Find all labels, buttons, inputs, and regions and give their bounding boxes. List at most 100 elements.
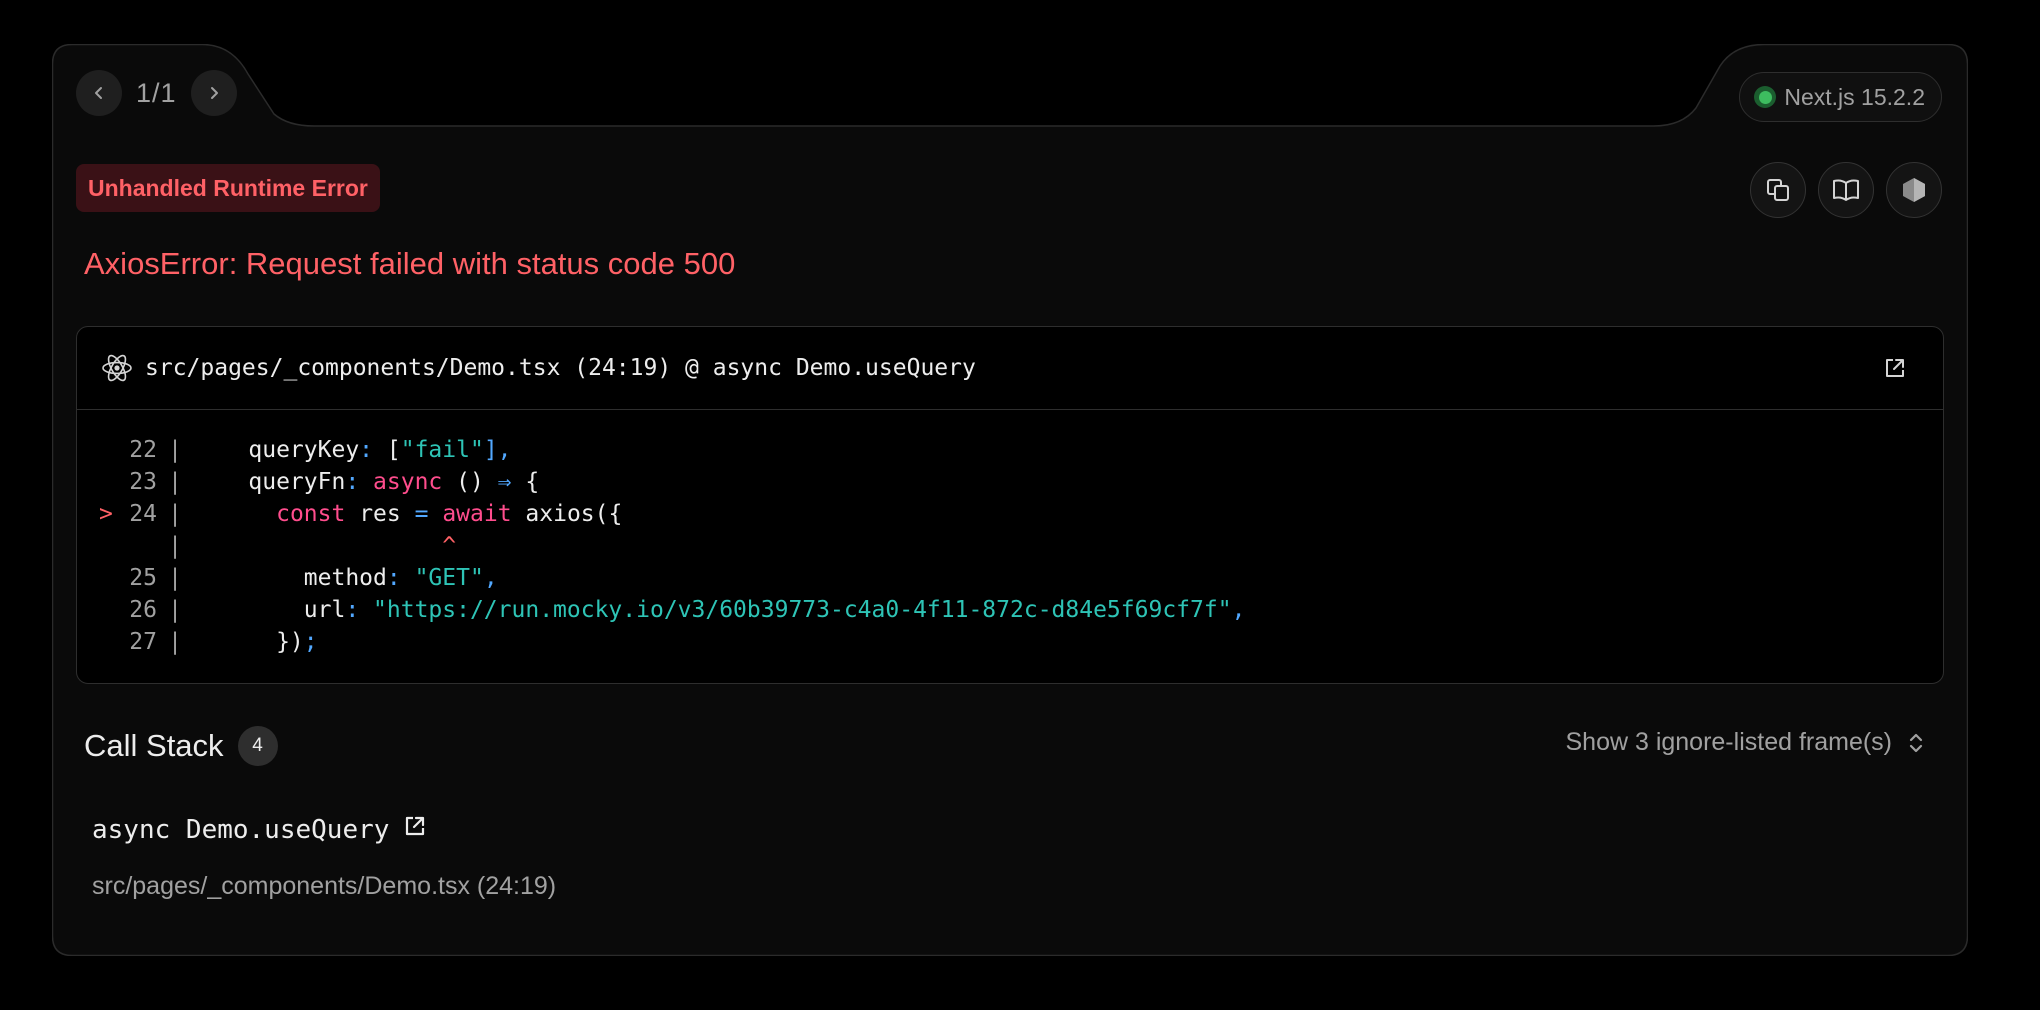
gutter-separator: | [168,629,182,655]
call-stack-title: Call Stack [84,728,224,763]
show-ignored-frames-toggle[interactable]: Show 3 ignore-listed frame(s) [1565,728,1926,757]
code-token: "fail" [400,437,484,463]
code-token: await [442,501,512,527]
gutter-separator: | [168,597,182,623]
next-error-button[interactable] [190,70,237,116]
code-token: axios({ [511,501,623,527]
code-token: : [345,597,374,623]
code-line: 23 | queryFn: async () ⇒ { [99,466,1943,498]
version-badge[interactable]: Next.js 15.2.2 [1739,72,1942,122]
code-line: 25 | method: "GET", [99,562,1943,594]
code-line-gutter: 23 [99,466,157,498]
code-lines: 22 | queryKey: ["fail"], 23 | queryFn: asyn… [77,410,1943,658]
line-number: 25 [129,565,157,591]
line-number: 27 [129,629,157,655]
code-line-content: }); [193,626,318,658]
code-line: >24 | const res = await axios({ [99,498,1943,530]
code-line-content: method: "GET", [193,562,498,594]
open-frame-button[interactable] [403,814,427,845]
code-frame: src/pages/_components/Demo.tsx (24:19) @… [76,326,1944,684]
gutter-separator: | [168,437,182,463]
docs-button[interactable] [1818,162,1874,218]
version-label: Next.js 15.2.2 [1784,83,1925,110]
chevron-up-down-icon [1909,733,1923,752]
book-open-icon [1833,179,1859,201]
code-frame-file-location: src/pages/_components/Demo.tsx (24:19) @… [145,355,976,381]
code-token: queryFn [193,469,346,495]
code-line: 27 | }); [99,626,1943,658]
error-toolbar [1750,162,1942,218]
open-in-editor-button[interactable] [1883,356,1907,385]
code-token: () [442,469,498,495]
error-message: AxiosError: Request failed with status c… [84,246,736,281]
code-line-gutter: 27 [99,626,157,658]
error-pagination: 1/1 [76,70,237,116]
line-number: 23 [129,469,157,495]
line-number: 22 [129,437,157,463]
code-line-gutter: 22 [99,434,157,466]
code-frame-header: src/pages/_components/Demo.tsx (24:19) @… [77,327,1943,410]
code-token: [ [386,437,401,463]
code-line-content: queryFn: async () ⇒ { [193,466,539,498]
code-token: { [511,469,540,495]
code-token: "https://run.mocky.io/v3/60b39773-c4a0-4… [373,597,1232,623]
stack-frame-method-name: async Demo.useQuery [92,814,390,845]
status-dot-icon [1754,86,1777,108]
gutter-separator: | [168,469,182,495]
code-token: async [373,469,443,495]
code-token: ^ [442,533,457,559]
code-token: method [193,565,387,591]
error-overlay: 1/1 Next.js 15.2.2 Unhandled Runtime Err… [52,44,1968,956]
gutter-separator: | [168,533,182,559]
previous-error-button[interactable] [76,70,122,116]
code-token: "GET" [414,565,484,591]
code-token: url [193,597,346,623]
code-line-gutter: 25 [99,562,157,594]
code-line-gutter: 26 [99,594,157,626]
code-line-content: const res = await axios({ [193,498,622,530]
external-link-icon [1886,359,1904,377]
react-icon [102,354,132,382]
code-token: ⇒ [497,469,512,495]
code-token: ; [303,629,318,655]
line-number: 24 [129,501,157,527]
error-line-marker: > [99,501,113,527]
code-token: res [345,501,415,527]
code-line-gutter [99,530,157,562]
code-token: , [483,565,498,591]
code-token: : [359,437,387,463]
line-number: 26 [129,597,157,623]
stack-frame-location: src/pages/_components/Demo.tsx (24:19) [92,872,557,900]
gutter-separator: | [168,565,182,591]
error-count: 1/1 [136,77,177,108]
copy-error-button[interactable] [1750,162,1806,218]
code-line: 26 | url: "https://run.mocky.io/v3/60b397… [99,594,1943,626]
stack-frame-method: async Demo.useQuery [92,814,427,845]
code-token: = [414,501,429,527]
code-token: const [276,501,346,527]
nodejs-icon [1903,178,1925,202]
copy-icon [1767,179,1789,201]
call-stack-count-badge: 4 [237,726,278,766]
external-link-icon [406,816,425,836]
code-line-gutter: >24 [99,498,157,530]
code-token: : [345,469,374,495]
chevron-left-icon [95,87,102,99]
error-type-label: Unhandled Runtime Error [76,164,380,212]
code-token: ], [483,437,512,463]
code-line: | ^ [99,530,1943,562]
code-token: }) [193,629,304,655]
code-token: , [1231,597,1246,623]
code-line-content: url: "https://run.mocky.io/v3/60b39773-c… [193,594,1246,626]
chevron-right-icon [210,87,218,99]
code-line: 22 | queryKey: ["fail"], [99,434,1943,466]
node-inspector-button[interactable] [1886,162,1942,218]
show-ignored-frames-label: Show 3 ignore-listed frame(s) [1565,728,1892,756]
code-line-content: queryKey: ["fail"], [193,434,512,466]
gutter-separator: | [168,501,182,527]
code-line-content: ^ [193,530,456,562]
code-token: queryKey [193,437,360,463]
